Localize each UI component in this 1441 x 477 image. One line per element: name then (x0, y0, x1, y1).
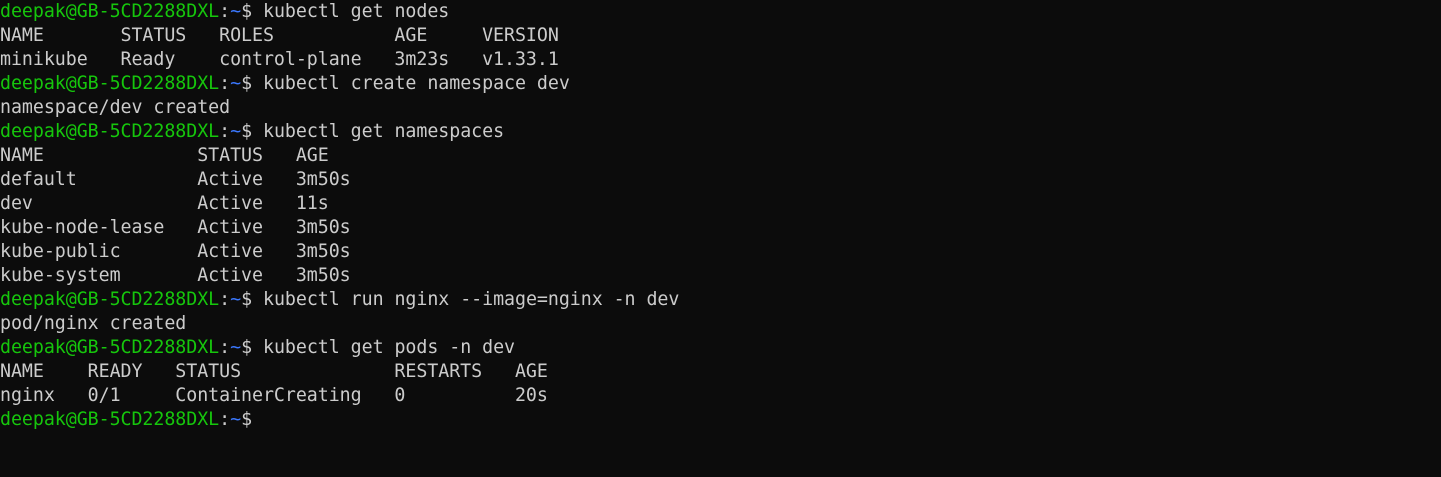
output-text: pod/nginx created (0, 313, 187, 334)
output-line: kube-public Active 3m50s (0, 240, 1441, 264)
terminal-output: deepak@GB-5CD2288DXL:~$ kubectl get node… (0, 0, 1441, 432)
prompt-line: deepak@GB-5CD2288DXL:~$ kubectl get node… (0, 0, 1441, 24)
output-line: minikube Ready control-plane 3m23s v1.33… (0, 48, 1441, 72)
prompt-path: ~ (230, 73, 242, 94)
prompt-line: deepak@GB-5CD2288DXL:~$ (0, 408, 1441, 432)
prompt-user: deepak@GB-5CD2288DXL (0, 121, 220, 142)
output-line: NAME STATUS ROLES AGE VERSION (0, 24, 1441, 48)
command-text: kubectl get pods -n dev (263, 337, 515, 358)
output-text: NAME READY STATUS RESTARTS AGE (0, 361, 548, 382)
prompt-colon: : (219, 409, 231, 430)
command-text: kubectl get namespaces (263, 121, 505, 142)
prompt-line: deepak@GB-5CD2288DXL:~$ kubectl run ngin… (0, 288, 1441, 312)
output-text: dev Active 11s (0, 193, 329, 214)
prompt-symbol: $ (241, 121, 263, 142)
output-line: dev Active 11s (0, 192, 1441, 216)
prompt-user: deepak@GB-5CD2288DXL (0, 409, 220, 430)
prompt-line: deepak@GB-5CD2288DXL:~$ kubectl create n… (0, 72, 1441, 96)
prompt-colon: : (219, 73, 231, 94)
output-text: NAME STATUS AGE (0, 145, 329, 166)
prompt-path: ~ (230, 121, 242, 142)
prompt-colon: : (219, 1, 231, 22)
prompt-path: ~ (230, 409, 242, 430)
prompt-path: ~ (230, 289, 242, 310)
output-line: default Active 3m50s (0, 168, 1441, 192)
output-text: minikube Ready control-plane 3m23s v1.33… (0, 49, 559, 70)
output-text: namespace/dev created (0, 97, 231, 118)
output-text: default Active 3m50s (0, 169, 351, 190)
prompt-symbol: $ (241, 73, 263, 94)
terminal-window[interactable]: deepak@GB-5CD2288DXL:~$ kubectl get node… (0, 0, 1441, 477)
prompt-line: deepak@GB-5CD2288DXL:~$ kubectl get name… (0, 120, 1441, 144)
output-text: NAME STATUS ROLES AGE VERSION (0, 25, 559, 46)
prompt-path: ~ (230, 1, 242, 22)
prompt-colon: : (219, 121, 231, 142)
output-text: nginx 0/1 ContainerCreating 0 20s (0, 385, 548, 406)
output-line: kube-node-lease Active 3m50s (0, 216, 1441, 240)
output-line: nginx 0/1 ContainerCreating 0 20s (0, 384, 1441, 408)
output-line: namespace/dev created (0, 96, 1441, 120)
command-text: kubectl run nginx --image=nginx -n dev (263, 289, 680, 310)
prompt-user: deepak@GB-5CD2288DXL (0, 1, 220, 22)
text-cursor (252, 410, 262, 430)
output-line: kube-system Active 3m50s (0, 264, 1441, 288)
prompt-symbol: $ (241, 337, 263, 358)
prompt-symbol: $ (241, 289, 263, 310)
output-text: kube-public Active 3m50s (0, 241, 351, 262)
prompt-line: deepak@GB-5CD2288DXL:~$ kubectl get pods… (0, 336, 1441, 360)
prompt-user: deepak@GB-5CD2288DXL (0, 73, 220, 94)
output-line: pod/nginx created (0, 312, 1441, 336)
output-text: kube-node-lease Active 3m50s (0, 217, 351, 238)
prompt-symbol: $ (241, 409, 253, 430)
prompt-user: deepak@GB-5CD2288DXL (0, 289, 220, 310)
prompt-user: deepak@GB-5CD2288DXL (0, 337, 220, 358)
output-line: NAME READY STATUS RESTARTS AGE (0, 360, 1441, 384)
prompt-colon: : (219, 337, 231, 358)
command-text: kubectl get nodes (263, 1, 450, 22)
output-text: kube-system Active 3m50s (0, 265, 351, 286)
prompt-symbol: $ (241, 1, 263, 22)
prompt-colon: : (219, 289, 231, 310)
prompt-path: ~ (230, 337, 242, 358)
command-text: kubectl create namespace dev (263, 73, 570, 94)
output-line: NAME STATUS AGE (0, 144, 1441, 168)
